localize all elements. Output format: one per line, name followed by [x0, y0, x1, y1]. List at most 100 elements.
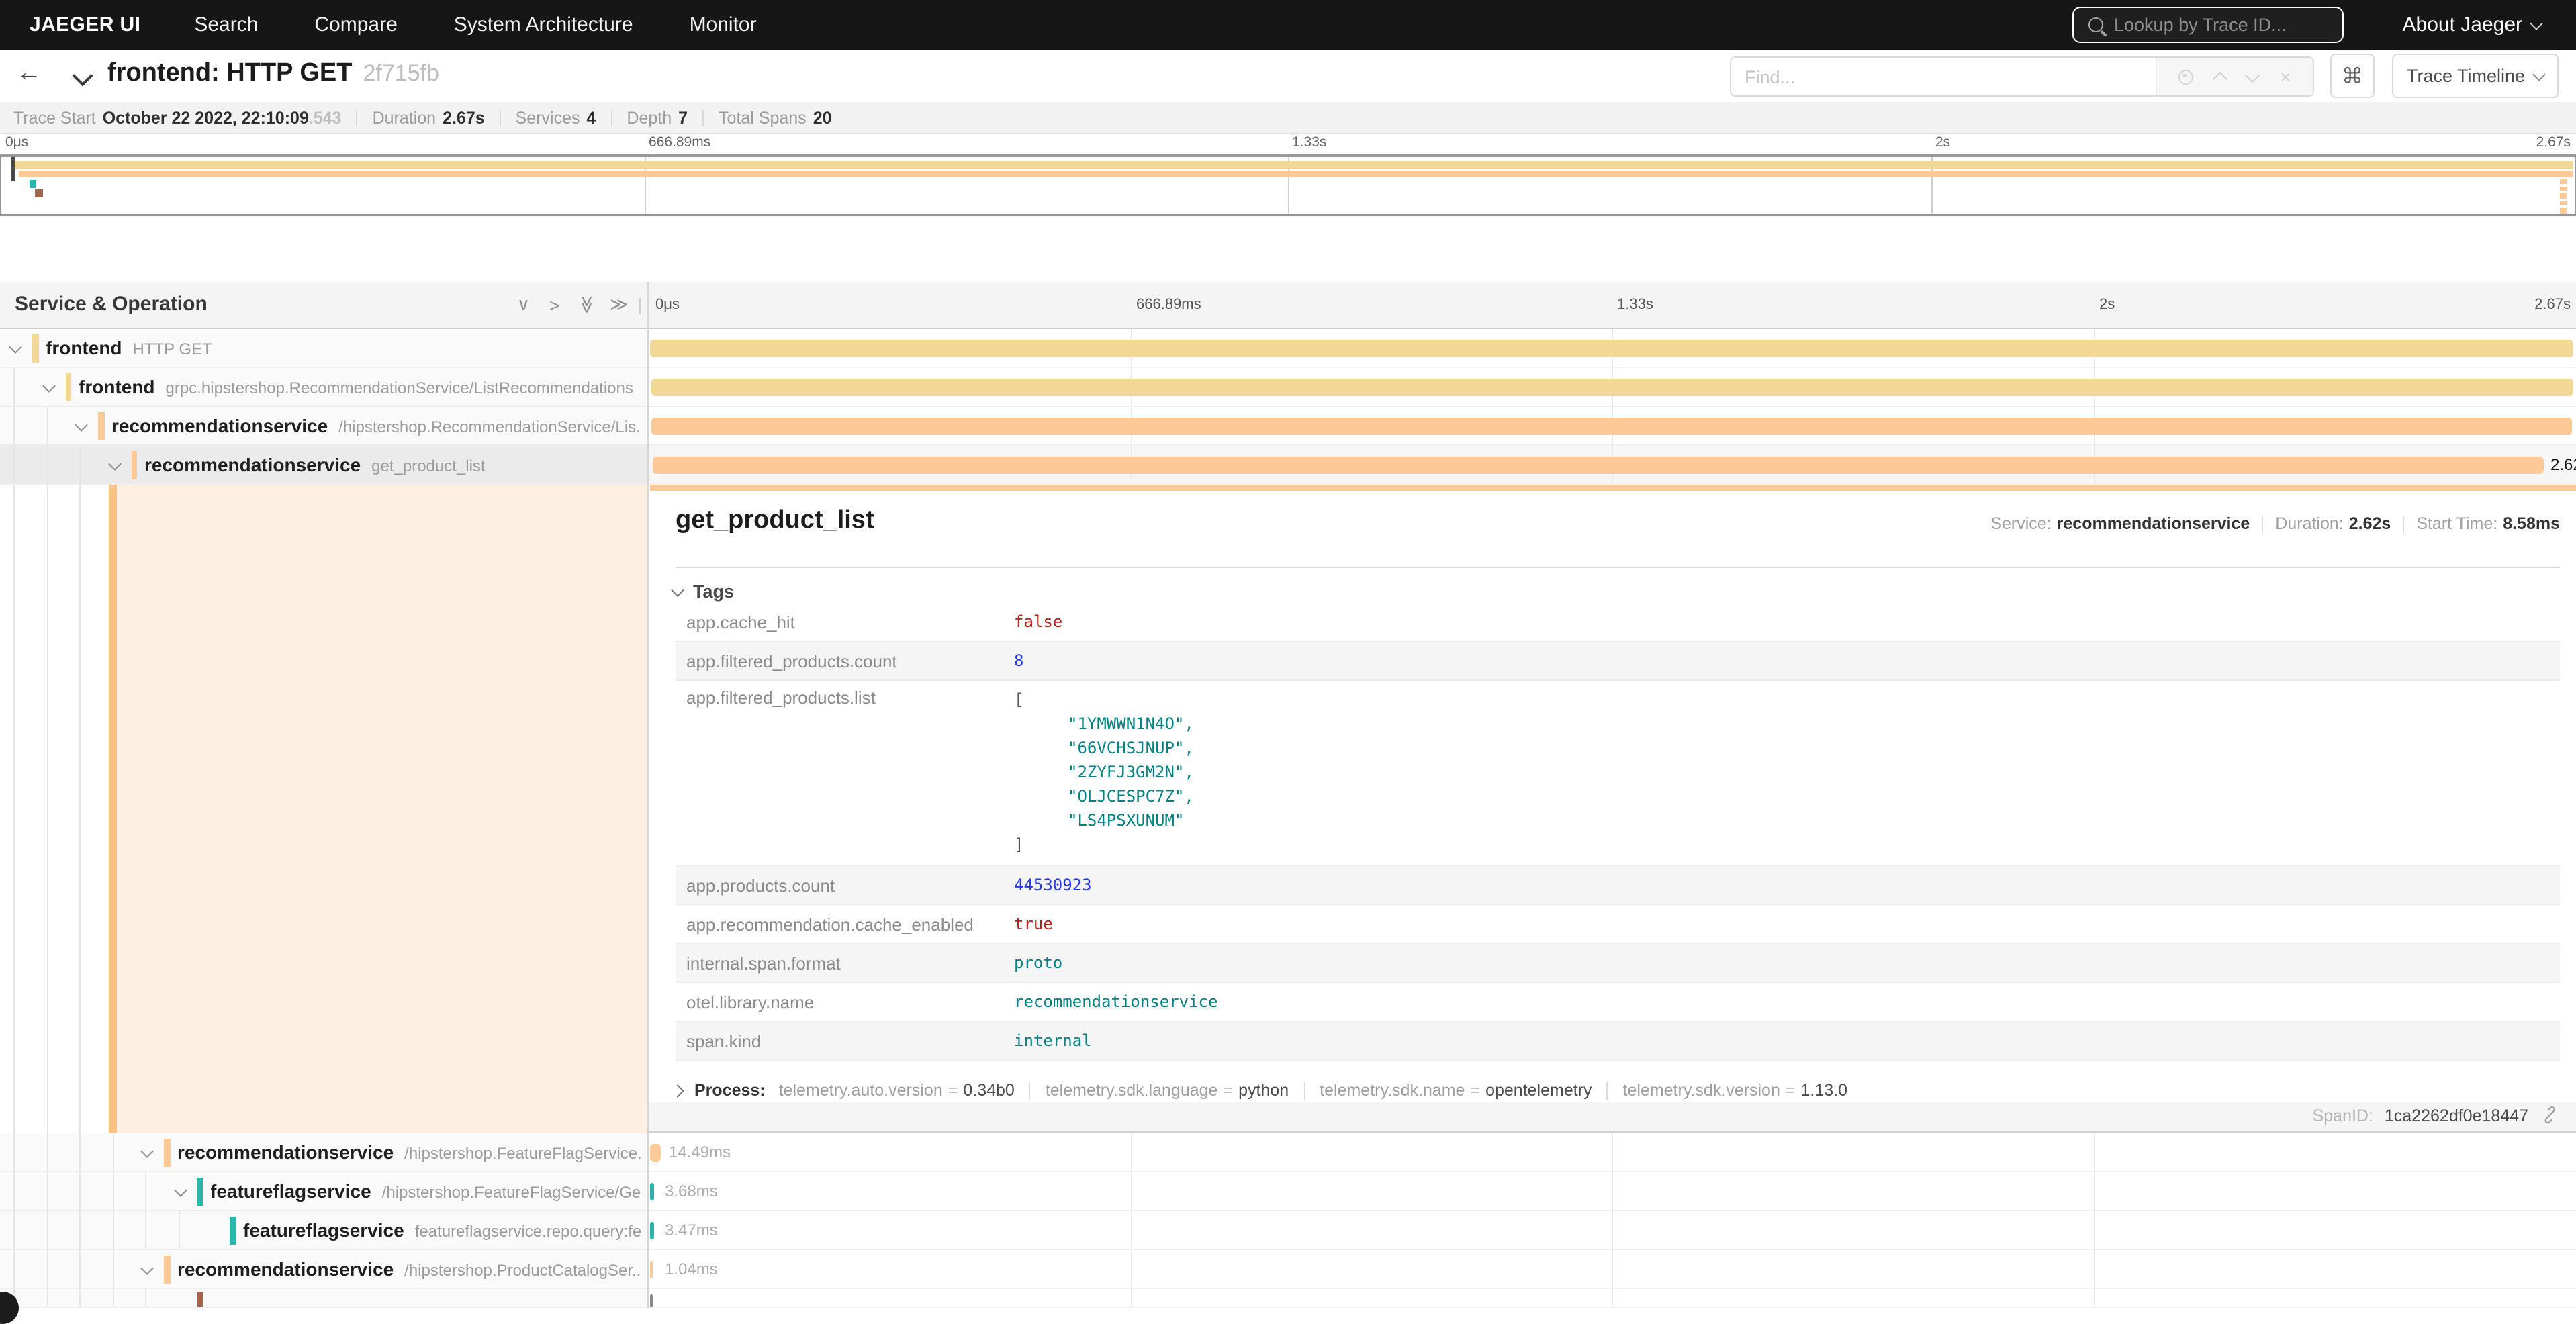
span-label-recsvc-featureflag[interactable]: recommendationservice/hipstershop.Featur… — [0, 1133, 647, 1172]
span-bar[interactable] — [651, 418, 2572, 435]
span-label-frontend-grpc[interactable]: frontendgrpc.hipstershop.RecommendationS… — [0, 368, 647, 407]
service-color-bar — [131, 451, 137, 479]
trace-start-value: October 22 2022, 22:10:09 — [103, 108, 309, 127]
about-jaeger-menu[interactable]: About Jaeger — [2403, 0, 2541, 50]
span-bar[interactable] — [650, 340, 2573, 357]
chevron-down-icon — [2532, 67, 2546, 81]
minimap-scrubber-handle[interactable] — [11, 157, 15, 181]
tag-row: app.products.count44530923 — [676, 866, 2560, 905]
span-label-frontend-httpget[interactable]: frontendHTTP GET — [0, 329, 647, 368]
tag-row: span.kindinternal — [676, 1022, 2560, 1061]
span-timeline-recsvc-featureflag[interactable]: 14.49ms — [647, 1133, 2576, 1172]
service-color-bar — [98, 412, 104, 440]
chevron-down-icon — [671, 583, 684, 597]
service-color-bar — [164, 1139, 170, 1167]
total-spans-label: Total Spans — [719, 108, 807, 127]
service-color-bar — [197, 1178, 203, 1206]
clear-find-icon[interactable]: × — [2280, 67, 2291, 86]
collapse-one-icon[interactable]: ∨ — [517, 282, 530, 328]
timeline-column-header: Service & Operation ∨ > ≫ ≫ 0μs 666.89ms… — [0, 282, 2576, 329]
span-bar[interactable] — [650, 1261, 653, 1278]
span-label-ffs-repo-query[interactable]: featureflagservicefeatureflagservice.rep… — [0, 1211, 647, 1250]
span-bar[interactable] — [653, 457, 2544, 474]
jaeger-trace-page: JAEGER UI Search Compare System Architec… — [0, 0, 2576, 1308]
trace-id-lookup-input[interactable]: Lookup by Trace ID... — [2072, 7, 2344, 43]
span-timeline-partial[interactable] — [647, 1289, 2576, 1308]
trace-summary-bar: Trace Start October 22 2022, 22:10:09 .5… — [0, 102, 2576, 134]
panel-divider — [647, 282, 649, 1308]
deep-link-icon[interactable] — [2541, 1106, 2559, 1124]
span-bar[interactable] — [650, 1144, 661, 1162]
trace-start-label: Trace Start — [13, 108, 96, 127]
nav-item-compare[interactable]: Compare — [314, 13, 397, 36]
trace-view-selector[interactable]: Trace Timeline — [2392, 54, 2559, 98]
span-duration-label: 14.49ms — [669, 1133, 731, 1171]
tags-table: app.cache_hitfalse app.filtered_products… — [676, 603, 2560, 1061]
tags-section-toggle[interactable]: Tags — [673, 581, 734, 602]
detail-start-value: 8.58ms — [2503, 514, 2560, 533]
span-timeline-get-product-list[interactable]: 2.62s — [647, 446, 2576, 485]
chevron-down-icon[interactable] — [173, 1184, 187, 1197]
minimap-ticks: 0μs 666.89ms 1.33s 2s 2.67s — [0, 133, 2576, 154]
span-bar[interactable] — [650, 1183, 654, 1200]
nav-item-search[interactable]: Search — [194, 13, 258, 36]
span-row: recommendationservice/hipstershop.Produc… — [0, 1250, 2576, 1289]
tag-row: app.filtered_products.list [ "1YMWWN1N4O… — [676, 681, 2560, 866]
collapse-all-icon[interactable]: ≫ — [578, 282, 596, 328]
chevron-down-icon[interactable] — [42, 379, 55, 393]
span-timeline-ffs-get[interactable]: 3.68ms — [647, 1172, 2576, 1211]
span-row: frontendgrpc.hipstershop.RecommendationS… — [0, 368, 2576, 407]
services-label: Services — [516, 108, 580, 127]
previous-result-icon[interactable] — [2213, 71, 2228, 87]
tag-row: app.filtered_products.count8 — [676, 642, 2560, 681]
span-detail-accent-bar — [650, 485, 2576, 491]
minimap-span-frontend — [15, 161, 2573, 169]
span-timeline-frontend-grpc[interactable] — [647, 368, 2576, 407]
span-detail-left-gutter — [0, 485, 647, 1133]
locate-icon[interactable] — [2178, 69, 2193, 84]
minimap-span-featureflag — [30, 179, 36, 187]
chevron-down-icon — [2530, 16, 2543, 30]
nav-item-system-architecture[interactable]: System Architecture — [454, 13, 633, 36]
chevron-down-icon[interactable] — [107, 457, 121, 471]
span-label-ffs-get[interactable]: featureflagservice/hipstershop.FeatureFl… — [0, 1172, 647, 1211]
find-input[interactable] — [1731, 58, 2156, 95]
tag-row: otel.library.namerecommendationservice — [676, 983, 2560, 1022]
trace-minimap[interactable] — [0, 154, 2576, 216]
span-duration-label: 1.04ms — [665, 1250, 718, 1288]
span-detail-operation: get_product_list — [676, 506, 874, 536]
chevron-down-icon[interactable] — [140, 1145, 154, 1158]
span-label-partial[interactable] — [0, 1289, 647, 1308]
span-label-recsvc-list[interactable]: recommendationservice/hipstershop.Recomm… — [0, 407, 647, 446]
collapse-trace-chevron-icon[interactable] — [72, 65, 93, 86]
nav-item-monitor[interactable]: Monitor — [690, 13, 757, 36]
span-row-selected: recommendationserviceget_product_list 2.… — [0, 446, 2576, 485]
back-button[interactable]: ← — [16, 59, 42, 89]
span-row-partial — [0, 1289, 2576, 1308]
chevron-down-icon[interactable] — [75, 418, 88, 432]
span-bar[interactable] — [651, 379, 2573, 396]
span-detail-meta: Service:recommendationservice Duration:2… — [1990, 514, 2560, 533]
service-color-bar — [65, 373, 71, 401]
chevron-down-icon[interactable] — [140, 1262, 154, 1275]
keyboard-shortcuts-button[interactable]: ⌘ — [2330, 54, 2375, 98]
span-timeline-recsvc-productcatalog[interactable]: 1.04ms — [647, 1250, 2576, 1289]
expand-one-icon[interactable]: > — [549, 282, 559, 328]
app-logo[interactable]: JAEGER UI — [30, 13, 140, 36]
search-icon — [2088, 17, 2103, 32]
detail-duration-value: 2.62s — [2349, 514, 2391, 533]
span-timeline-frontend-httpget[interactable] — [647, 329, 2576, 368]
expand-all-icon[interactable]: ≫ — [610, 282, 628, 328]
span-row: featureflagservicefeatureflagservice.rep… — [0, 1211, 2576, 1250]
span-timeline-recsvc-list[interactable] — [647, 407, 2576, 446]
trace-id-short: 2f715fb — [363, 60, 439, 86]
chevron-down-icon[interactable] — [9, 340, 22, 354]
span-bar[interactable] — [650, 1294, 653, 1308]
next-result-icon[interactable] — [2246, 67, 2261, 83]
trace-start-ms: .543 — [309, 108, 342, 127]
span-timeline-ffs-repo-query[interactable]: 3.47ms — [647, 1211, 2576, 1250]
span-label-recsvc-productcatalog[interactable]: recommendationservice/hipstershop.Produc… — [0, 1250, 647, 1289]
span-bar[interactable] — [650, 1222, 654, 1239]
process-section-toggle[interactable]: Process: telemetry.auto.version=0.34b0 t… — [673, 1081, 1847, 1100]
span-label-get-product-list[interactable]: recommendationserviceget_product_list — [0, 446, 647, 485]
